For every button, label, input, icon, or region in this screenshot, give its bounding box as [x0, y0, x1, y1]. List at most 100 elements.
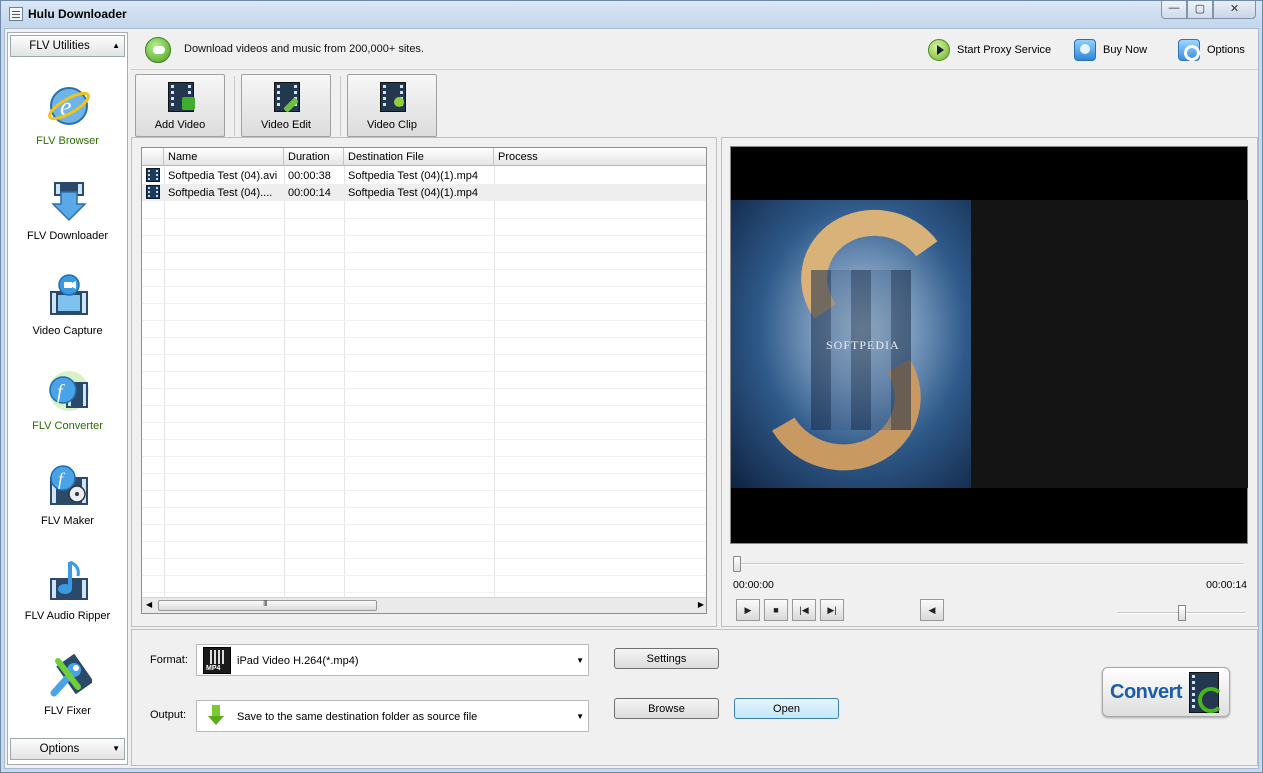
column-header-icon[interactable]: [142, 148, 164, 166]
cell-process: [494, 167, 706, 184]
sidebar-item-label: FLV Audio Ripper: [24, 610, 111, 622]
window-title: Hulu Downloader: [28, 7, 127, 21]
settings-button[interactable]: Settings: [614, 648, 719, 669]
row-file-icon: [142, 167, 164, 184]
cell-duration: 00:00:14: [288, 187, 331, 199]
video-edit-button[interactable]: Video Edit: [241, 74, 331, 137]
chevron-down-icon: ▼: [576, 656, 584, 665]
sidebar-item-flv-audio-ripper[interactable]: FLV Audio Ripper: [8, 558, 127, 648]
cell-process: [494, 184, 706, 201]
sidebar-item-flv-converter[interactable]: f FLV Converter: [8, 368, 127, 458]
sidebar-options-dropdown[interactable]: Options ▼: [10, 738, 125, 760]
sidebar-item-video-capture[interactable]: Video Capture: [8, 273, 127, 363]
seek-slider[interactable]: [730, 555, 1250, 573]
clip-video-icon: [380, 82, 406, 112]
app-window: Hulu Downloader — ▢ ✕ FLV Utilities ▲ e …: [0, 0, 1263, 773]
column-header-destination[interactable]: Destination File: [344, 148, 494, 166]
play-button[interactable]: ▶: [736, 599, 760, 621]
add-video-button[interactable]: Add Video: [135, 74, 225, 137]
sidebar: FLV Utilities ▲ e FLV Browser FLV Downlo…: [7, 32, 128, 765]
chevron-down-icon: ▼: [576, 712, 584, 721]
toolbar-divider: [340, 76, 341, 136]
grid-row-line: [142, 558, 706, 559]
close-icon: ✕: [1229, 3, 1240, 15]
grid-row-line: [142, 354, 706, 355]
app-menu-icon[interactable]: [9, 7, 23, 21]
video-clip-button[interactable]: Video Clip: [347, 74, 437, 137]
mute-button[interactable]: ◀: [920, 599, 944, 621]
scroll-left-icon[interactable]: ◀: [146, 600, 152, 609]
volume-slider[interactable]: [1114, 604, 1248, 622]
start-proxy-service-link[interactable]: Start Proxy Service: [928, 39, 1051, 61]
grid-row-line: [142, 405, 706, 406]
column-header-process[interactable]: Process: [494, 148, 706, 166]
convert-button[interactable]: Convert: [1102, 667, 1230, 717]
cell-destination: Softpedia Test (04)(1).mp4: [348, 170, 479, 182]
video-frame: SOFTPEDIA: [731, 200, 971, 488]
sidebar-item-flv-maker[interactable]: f FLV Maker: [8, 463, 127, 553]
output-value: Save to the same destination folder as s…: [237, 711, 478, 723]
format-select[interactable]: MP4 iPad Video H.264(*.mp4) ▼: [196, 644, 589, 676]
column-header-duration[interactable]: Duration: [284, 148, 344, 166]
grid-row-line: [142, 592, 706, 593]
maximize-button[interactable]: ▢: [1187, 1, 1213, 19]
format-value: iPad Video H.264(*.mp4): [237, 655, 359, 667]
title-bar[interactable]: Hulu Downloader — ▢ ✕: [1, 1, 1262, 27]
sidebar-item-label: Video Capture: [32, 325, 103, 337]
video-preview: SOFTPEDIA: [730, 146, 1248, 544]
grid-row-line: [142, 320, 706, 321]
prev-frame-button[interactable]: |◀: [792, 599, 816, 621]
file-list-pane: Name Duration Destination File Process S…: [131, 137, 717, 627]
file-list-grid[interactable]: Name Duration Destination File Process S…: [141, 147, 707, 614]
grid-row-line: [142, 286, 706, 287]
cell-duration: 00:00:38: [288, 170, 331, 182]
table-row[interactable]: Softpedia Test (04).... 00:00:14 Softped…: [142, 184, 706, 201]
grid-row-line: [142, 269, 706, 270]
chevron-down-icon: ▼: [112, 744, 120, 753]
grid-row-line: [142, 490, 706, 491]
close-button[interactable]: ✕: [1213, 1, 1256, 19]
toolbar: Add Video Video Edit Video Clip: [131, 69, 1258, 137]
sidebar-item-label: FLV Converter: [32, 420, 103, 432]
buy-now-link[interactable]: Buy Now: [1074, 39, 1147, 61]
sidebar-item-flv-browser[interactable]: e FLV Browser: [8, 83, 127, 173]
music-note-icon: [50, 560, 88, 600]
file-list-header: Name Duration Destination File Process: [142, 148, 706, 166]
sidebar-item-flv-downloader[interactable]: FLV Downloader: [8, 178, 127, 268]
grid-row-line: [142, 439, 706, 440]
cell-name: Softpedia Test (04).avi: [168, 170, 278, 182]
sidebar-item-flv-fixer[interactable]: FLV Fixer: [8, 653, 127, 743]
open-button[interactable]: Open: [734, 698, 839, 719]
minimize-icon: —: [1168, 2, 1180, 14]
wrench-icon: [50, 653, 92, 697]
table-row[interactable]: Softpedia Test (04).avi 00:00:38 Softped…: [142, 167, 706, 184]
sidebar-header-dropdown[interactable]: FLV Utilities ▲: [10, 35, 125, 57]
output-select[interactable]: Save to the same destination folder as s…: [196, 700, 589, 732]
grip-icon: III: [263, 599, 268, 608]
sidebar-item-label: FLV Fixer: [44, 705, 91, 717]
output-settings-panel: Format: MP4 iPad Video H.264(*.mp4) ▼ Ou…: [131, 629, 1258, 766]
volume-handle[interactable]: [1178, 605, 1186, 621]
browse-button[interactable]: Browse: [614, 698, 719, 719]
scrollbar-thumb[interactable]: III: [158, 599, 377, 611]
video-edit-label: Video Edit: [261, 119, 311, 131]
current-time: 00:00:00: [733, 579, 774, 591]
grid-row-line: [142, 524, 706, 525]
download-arrow-icon: [51, 182, 87, 222]
grid-row-line: [142, 473, 706, 474]
next-frame-button[interactable]: ▶|: [820, 599, 844, 621]
stop-button[interactable]: ■: [764, 599, 788, 621]
options-link[interactable]: Options: [1178, 39, 1245, 61]
horizontal-scrollbar[interactable]: ◀ III ▶: [142, 597, 706, 613]
minimize-button[interactable]: —: [1161, 1, 1187, 19]
row-file-icon: [142, 184, 164, 201]
grid-line: [494, 166, 495, 599]
grid-row-line: [142, 422, 706, 423]
column-header-name[interactable]: Name: [164, 148, 284, 166]
seek-handle[interactable]: [733, 556, 741, 572]
tagline: Download videos and music from 200,000+ …: [184, 43, 424, 55]
window-controls: — ▢ ✕: [1161, 1, 1256, 20]
cell-destination: Softpedia Test (04)(1).mp4: [348, 187, 479, 199]
scroll-right-icon[interactable]: ▶: [698, 600, 704, 609]
chat-bubble-icon: [145, 37, 171, 63]
